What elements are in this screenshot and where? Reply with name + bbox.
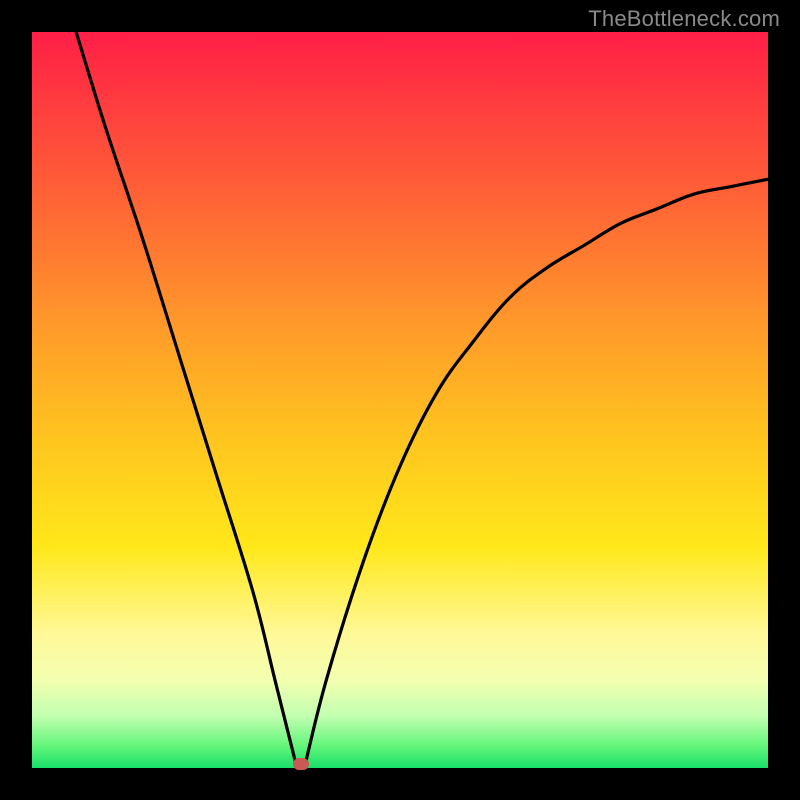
bottleneck-curve <box>32 32 768 768</box>
curve-left-branch <box>76 32 297 768</box>
chart-frame: TheBottleneck.com <box>0 0 800 800</box>
curve-right-branch <box>304 179 768 768</box>
watermark-text: TheBottleneck.com <box>588 6 780 32</box>
optimum-marker <box>293 758 309 770</box>
plot-area <box>32 32 768 768</box>
